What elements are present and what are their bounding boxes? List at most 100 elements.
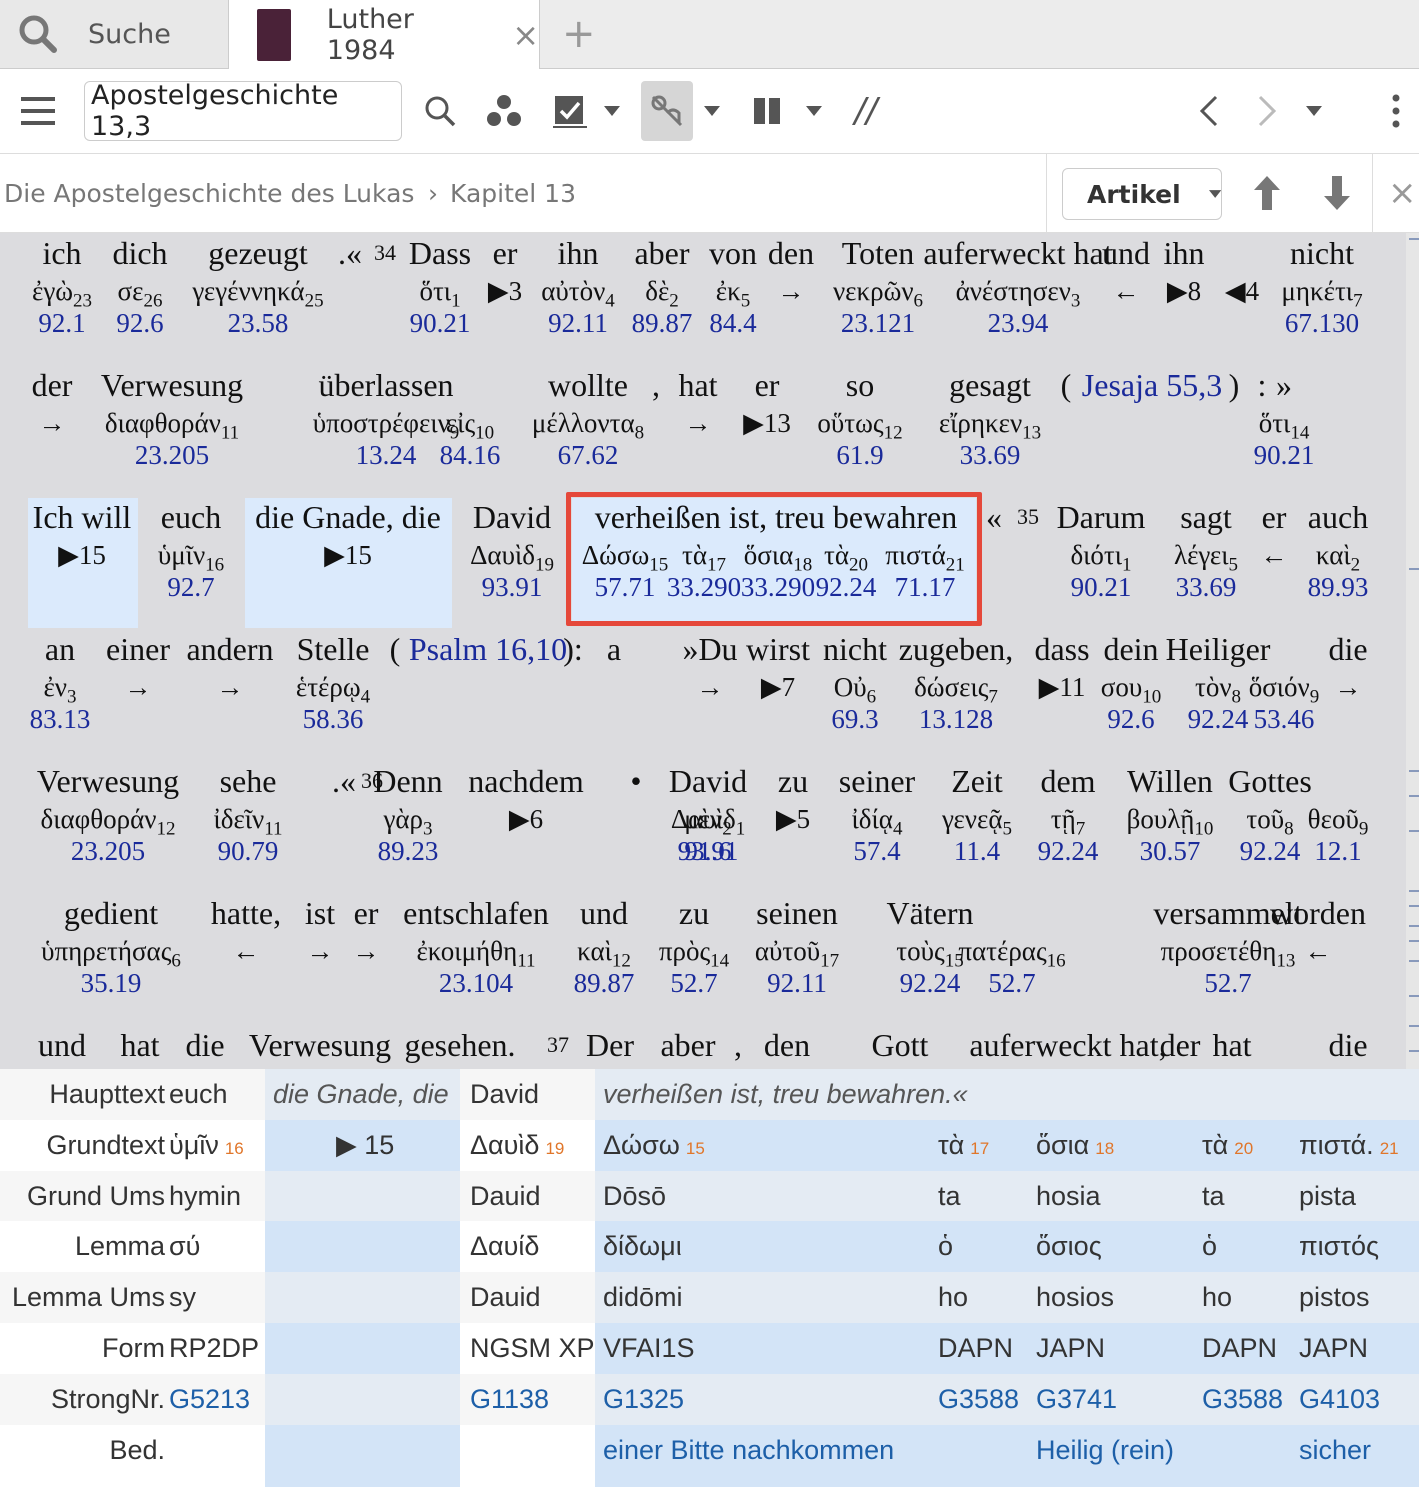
strong-number-link[interactable]: G3741 [1036,1374,1117,1424]
lexicon-number[interactable]: 53.46 [1254,703,1315,735]
chevron-down-icon[interactable] [600,69,624,153]
word-cell[interactable]: ich ἐγὼ23 92.1 [32,233,92,339]
word-cell[interactable]: er ▶13 [743,365,791,471]
lexicon-number[interactable]: 12.1 [1314,835,1361,867]
word-cell[interactable]: nicht μηκέτι7 67.130 [1281,233,1362,339]
word-cell[interactable]: ( [1061,365,1072,405]
word-cell[interactable]: wollte μέλλοντα8 67.62 [532,365,644,471]
lexicon-number[interactable]: 33.290 [667,571,741,603]
word-cell[interactable]: θεοῦ9 12.1 [1308,761,1369,867]
word-cell[interactable]: Ich will ▶15 [33,497,132,603]
word-cell[interactable]: der → [32,365,73,471]
arrow-down-icon[interactable] [1320,154,1354,232]
word-cell[interactable]: Dass ὅτι1 90.21 [409,233,471,339]
lexicon-number[interactable]: 33.69 [960,439,1021,471]
word-cell[interactable]: er → [353,893,380,999]
word-cell[interactable]: er ▶3 [488,233,522,339]
scrollbar[interactable] [1406,233,1419,1069]
word-cell[interactable]: nachdem ▶6 [468,761,584,867]
lexicon-number[interactable]: 92.24 [816,571,877,603]
word-cell[interactable]: Willen βουλῇ10 30.57 [1127,761,1214,867]
word-cell[interactable]: ): [563,629,583,669]
lexicon-number[interactable]: 52.7 [670,967,717,999]
word-cell[interactable]: dass ▶11 [1034,629,1089,735]
lexicon-number[interactable]: 23.121 [841,307,915,339]
word-cell[interactable]: sehe ἰδεῖν11 90.79 [213,761,282,867]
strong-number-link[interactable]: G3588 [1202,1374,1283,1424]
breadcrumb-book[interactable]: Die Apostelgeschichte des Lukas [4,154,414,232]
lexicon-number[interactable]: 93.91 [482,571,543,603]
word-cell[interactable]: εἰς10 84.16 [440,365,501,471]
checkbox-icon[interactable] [550,69,590,153]
lexicon-number[interactable]: 89.23 [378,835,439,867]
word-cell[interactable]: »Du → [682,629,737,735]
strong-number-link[interactable]: G3588 [938,1374,1019,1424]
lexicon-number[interactable]: 13.24 [356,439,417,471]
lexicon-number[interactable]: 92.6 [1107,703,1154,735]
word-cell[interactable]: ὅσιόν9 53.46 [1249,629,1320,735]
word-cell[interactable]: Gottes τοῦ8 92.24 [1228,761,1312,867]
forward-arrow-icon[interactable] [1250,69,1284,153]
word-cell[interactable]: 34 [374,233,396,339]
lexicon-number[interactable]: 93.91 [678,835,739,867]
word-cell[interactable]: Toten νεκρῶν6 23.121 [833,233,923,339]
strong-number-link[interactable]: G5213 [169,1374,250,1424]
lexicon-number[interactable]: 11.4 [954,835,1000,867]
word-cell[interactable]: aber δὲ2 89.87 [632,233,693,339]
cross-reference-link[interactable]: Jesaja 55,3 [1082,365,1222,405]
word-cell[interactable]: an ἐν3 83.13 [30,629,91,735]
word-cell[interactable]: ist → [305,893,335,999]
word-cell[interactable]: τὰ20 92.24 [816,537,877,603]
parallel-icon[interactable]: // [846,69,886,153]
lexicon-number[interactable]: 92.24 [1038,835,1099,867]
breadcrumb-chapter[interactable]: Kapitel 13 [450,154,576,232]
word-cell[interactable]: gesagt εἴρηκεν13 33.69 [939,365,1041,471]
search-icon[interactable] [420,69,460,153]
strong-number-link[interactable]: G1325 [603,1374,684,1424]
lexicon-number[interactable]: 67.130 [1285,307,1359,339]
lexicon-number[interactable]: 84.16 [440,439,501,471]
meaning-link[interactable]: sicher [1299,1425,1371,1475]
lexicon-number[interactable]: 23.94 [988,307,1049,339]
word-cell[interactable]: David Δαυὶδ19 93.91 [470,497,554,603]
word-cell[interactable]: auch καὶ2 89.93 [1308,497,1369,603]
word-cell[interactable]: Darum διότι1 90.21 [1057,497,1146,603]
word-cell[interactable]: πιστά21 71.17 [885,537,964,603]
lexicon-number[interactable]: 61.9 [836,439,883,471]
lexicon-number[interactable]: 71.17 [895,571,956,603]
close-panel-icon[interactable]: × [1388,154,1417,232]
columns-icon[interactable] [750,69,784,153]
word-cell[interactable]: seinen αὐτοῦ17 92.11 [755,893,839,999]
chevron-down-icon[interactable] [700,69,724,153]
lexicon-number[interactable]: 33.69 [1176,571,1237,603]
word-cell[interactable]: ) [1229,365,1240,405]
word-cell[interactable]: so οὕτως12 61.9 [817,365,902,471]
tab-close-icon[interactable]: × [512,16,539,54]
lexicon-number[interactable]: 30.57 [1140,835,1201,867]
word-cell[interactable]: den → [768,233,814,339]
word-cell[interactable]: euch ὑμῖν16 92.7 [158,497,224,603]
word-cell[interactable]: worden ← [1270,893,1366,999]
word-cell[interactable]: sagt λέγει5 33.69 [1174,497,1238,603]
word-cell[interactable]: » ὅτι14 90.21 [1254,365,1315,471]
lexicon-number[interactable]: 92.24 [900,967,961,999]
lexicon-number[interactable]: 57.4 [853,835,900,867]
word-cell[interactable]: dich σε26 92.6 [112,233,167,339]
lexicon-number[interactable]: 90.21 [1071,571,1132,603]
chevron-down-icon[interactable] [1302,69,1326,153]
lexicon-number[interactable]: 33.290 [741,571,815,603]
strong-number-link[interactable]: G4103 [1299,1374,1380,1424]
circles-icon[interactable] [484,69,524,153]
word-cell[interactable]: πατέρας16 52.7 [958,893,1065,999]
lexicon-number[interactable]: 83.13 [30,703,91,735]
word-cell[interactable]: dem τῇ7 92.24 [1038,761,1099,867]
new-tab-button[interactable]: + [562,0,596,68]
word-cell[interactable]: Verwesung διαφθοράν11 23.205 [101,365,243,471]
word-cell[interactable]: zugeben, δώσεις7 13.128 [899,629,1014,735]
lexicon-number[interactable]: 92.11 [767,967,827,999]
interlinear-toggle-icon[interactable] [641,81,693,141]
word-cell[interactable]: Zeit γενεᾷ5 11.4 [942,761,1012,867]
lexicon-number[interactable]: 52.7 [988,967,1035,999]
lexicon-number[interactable]: 35.19 [81,967,142,999]
word-cell[interactable]: τὰ17 33.290 [667,537,741,603]
